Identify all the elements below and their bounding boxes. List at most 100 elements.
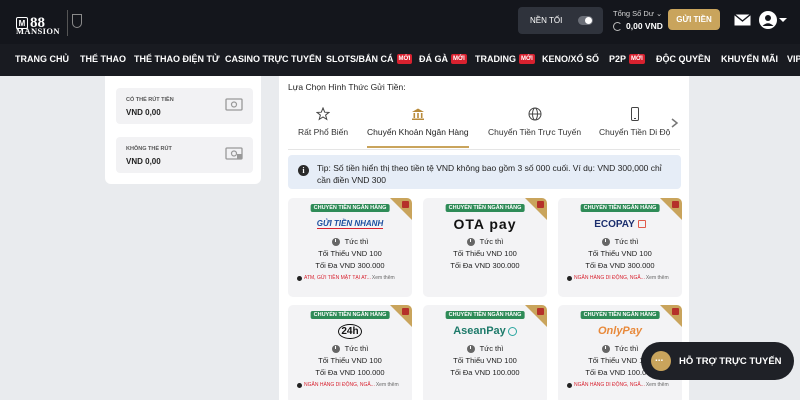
payment-option-card[interactable]: CHUYỂN TIỀN NGÂN HÀNG ECOPAY Tức thì Tối… — [558, 198, 682, 297]
withdrawable-label: CÓ THỂ RÚT TIỀN — [126, 97, 174, 103]
ribbon-mark-icon — [537, 308, 544, 315]
see-more-link[interactable]: Xem thêm — [646, 382, 669, 388]
new-badge: MỚI — [451, 54, 467, 64]
see-more-link[interactable]: Xem thêm — [376, 382, 399, 388]
max-amount: Tối Đa VND 300.000 — [585, 261, 655, 270]
non-withdrawable-value: VND 0,00 — [126, 157, 161, 166]
new-badge: MỚI — [519, 54, 535, 64]
min-amount: Tối Thiểu VND 100 — [453, 249, 517, 258]
clock-icon — [466, 237, 475, 246]
info-dot-icon — [297, 382, 302, 388]
aseanpay-mark-icon — [507, 326, 517, 336]
withdrawable-balance: CÓ THỂ RÚT TIỀN VND 0,00 — [116, 88, 253, 124]
chevron-right-icon[interactable] — [670, 118, 679, 128]
see-more-link[interactable]: Xem thêm — [646, 275, 669, 281]
user-menu-caret-icon[interactable] — [779, 16, 787, 24]
toggle-switch-icon[interactable] — [578, 16, 593, 25]
balance-label: Tổng Số Dư — [613, 9, 654, 18]
nav-item-esports[interactable]: THỂ THAO ĐIỆN TỬ — [134, 54, 219, 64]
ribbon-mark-icon — [402, 201, 409, 208]
brand-logo: ECOPAY — [558, 216, 682, 232]
brand-logo: OnlyPay — [597, 325, 643, 337]
payment-option-card[interactable]: CHUYỂN TIỀN NGÂN HÀNG GỬI TIỀN NHANH Tức… — [288, 198, 412, 297]
ecopay-mark-icon — [637, 220, 646, 228]
nav-item-vip[interactable]: VIP — [787, 54, 800, 64]
clock-icon — [331, 237, 340, 246]
chevron-down-icon: ⌄ — [655, 9, 663, 18]
method-tab-mobile-transfer[interactable]: Chuyển Tiền Di Độ — [599, 107, 670, 144]
info-dot-icon — [567, 275, 572, 281]
processing-speed: Tức thì — [479, 237, 504, 246]
nav-item-casino[interactable]: CASINO TRỰC TUYẾN — [225, 54, 321, 64]
min-amount: Tối Thiểu VND 100 — [453, 356, 517, 365]
info-dot-icon — [297, 275, 302, 281]
method-tab-bank-transfer[interactable]: Chuyển Khoản Ngân Hàng — [367, 107, 469, 148]
withdrawable-value: VND 0,00 — [126, 108, 161, 117]
info-dot-icon — [567, 382, 572, 388]
nav-item-trading[interactable]: TRADING MỚI — [475, 54, 535, 64]
max-amount: Tối Đa VND 100.000 — [315, 368, 385, 377]
processing-speed: Tức thì — [479, 344, 504, 353]
cash-icon — [225, 98, 243, 111]
balance-display[interactable]: Tổng Số Dư ⌄ 0,00 VND — [613, 9, 663, 31]
tip-banner: i Tip: Số tiền hiển thị theo tiền tệ VND… — [288, 155, 681, 189]
min-amount: Tối Thiểu VND 100 — [318, 356, 382, 365]
bank-transfer-tag: CHUYỂN TIỀN NGÂN HÀNG — [580, 204, 660, 212]
clock-icon — [466, 344, 475, 353]
globe-icon — [528, 107, 542, 121]
dark-mode-toggle[interactable]: NỀN TỐI — [518, 7, 603, 34]
live-support-button[interactable]: HỖ TRỢ TRỰC TUYẾN — [641, 342, 794, 380]
card-note: ATM, GỬI TIỀN MẶT TẠI AT... — [304, 275, 371, 281]
tabs-divider — [288, 149, 680, 150]
payment-option-card[interactable]: CHUYỂN TIỀN NGÂN HÀNG OTA pay Tức thì Tố… — [423, 198, 547, 297]
nav-item-keno[interactable]: KENO/XỔ SỐ — [542, 54, 599, 64]
deposit-button[interactable]: GỬI TIỀN — [668, 9, 720, 30]
logo-subtitle: MANSION — [16, 26, 60, 36]
processing-speed: Tức thì — [344, 344, 369, 353]
bank-transfer-tag: CHUYỂN TIỀN NGÂN HÀNG — [580, 311, 660, 319]
new-badge: MỚI — [629, 54, 645, 64]
method-tab-popular[interactable]: Rất Phổ Biến — [298, 107, 348, 144]
bank-transfer-tag: CHUYỂN TIỀN NGÂN HÀNG — [310, 311, 390, 319]
site-logo[interactable]: M 88 MANSION — [16, 8, 82, 38]
card-note: NGÂN HÀNG DI ĐỘNG, NGÂ... — [304, 382, 375, 388]
clock-icon — [601, 344, 610, 353]
ribbon-mark-icon — [402, 308, 409, 315]
top-header: M 88 MANSION NỀN TỐI Tổng Số Dư ⌄ 0,00 V… — [0, 0, 800, 44]
nav-item-promotions[interactable]: KHUYẾN MÃI — [721, 54, 778, 64]
phone-icon — [630, 107, 639, 121]
ribbon-mark-icon — [672, 308, 679, 315]
method-tab-online-transfer[interactable]: Chuyển Tiền Trực Tuyến — [488, 107, 581, 144]
account-summary-card: CÓ THỂ RÚT TIỀN VND 0,00 KHÔNG THỂ RÚT V… — [105, 76, 261, 184]
mail-icon[interactable] — [734, 14, 751, 26]
clock-icon — [331, 344, 340, 353]
chat-icon — [651, 351, 671, 371]
info-icon: i — [298, 165, 309, 176]
max-amount: Tối Đa VND 300.000 — [315, 261, 385, 270]
nav-item-home[interactable]: TRANG CHỦ — [15, 54, 69, 64]
card-note: NGÂN HÀNG DI ĐỘNG, NGÂ... — [574, 275, 645, 281]
partner-crest-icon — [72, 14, 82, 28]
deposit-section-title: Lựa Chọn Hình Thức Gửi Tiền: — [288, 82, 406, 92]
nav-item-slots[interactable]: SLOTS/BẮN CÁ MỚI — [326, 54, 413, 64]
locked-cash-icon — [225, 147, 243, 160]
payment-option-card[interactable]: CHUYỂN TIỀN NGÂN HÀNG 24h Tức thì Tối Th… — [288, 305, 412, 400]
payment-option-card[interactable]: CHUYỂN TIỀN NGÂN HÀNG AseanPay Tức thì T… — [423, 305, 547, 400]
brand-logo: 24h — [288, 323, 412, 339]
non-withdrawable-balance: KHÔNG THỂ RÚT VND 0,00 — [116, 137, 253, 173]
min-amount: Tối Thiểu VND 100 — [588, 249, 652, 258]
bank-transfer-tag: CHUYỂN TIỀN NGÂN HÀNG — [445, 311, 525, 319]
non-withdrawable-label: KHÔNG THỂ RÚT — [126, 146, 172, 152]
refresh-icon[interactable] — [613, 21, 622, 31]
nav-item-sports[interactable]: THỂ THAO — [80, 54, 126, 64]
dark-mode-label: NỀN TỐI — [530, 16, 563, 25]
nav-item-exclusive[interactable]: ĐỘC QUYỀN — [656, 54, 711, 64]
brand-logo: AseanPay — [423, 323, 547, 339]
bank-icon — [411, 108, 424, 120]
nav-item-cockfight[interactable]: ĐÁ GÀ MỚI — [419, 54, 467, 64]
see-more-link[interactable]: Xem thêm — [372, 275, 395, 281]
brand-logo: OTA pay — [453, 216, 517, 232]
nav-item-p2p[interactable]: P2P MỚI — [609, 54, 645, 64]
brand-logo: GỬI TIỀN NHANH — [316, 219, 384, 229]
user-avatar-icon[interactable] — [759, 11, 777, 29]
